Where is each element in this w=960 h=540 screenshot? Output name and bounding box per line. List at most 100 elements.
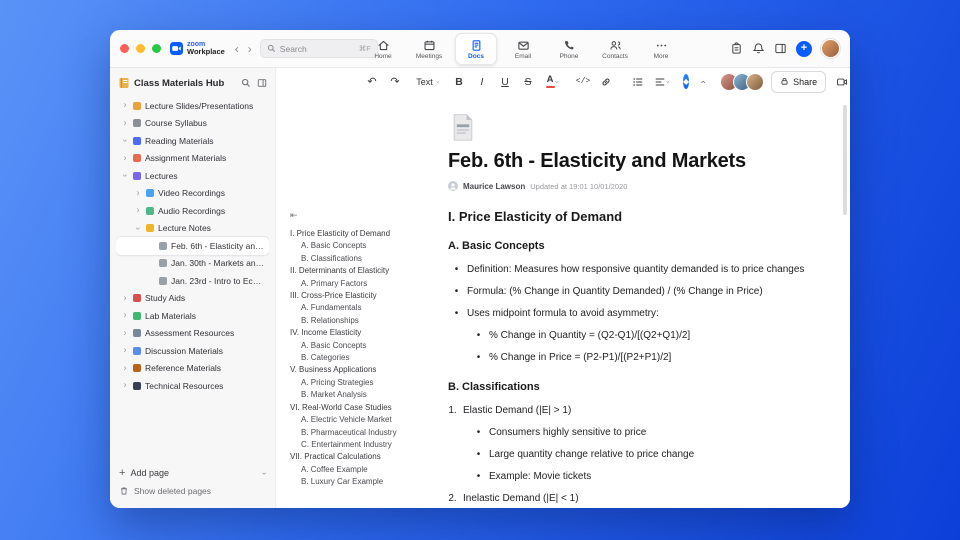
chevron-right-icon[interactable]: › <box>121 310 129 320</box>
minimize-window-button[interactable] <box>136 44 145 53</box>
user-avatar[interactable] <box>821 39 840 58</box>
share-button[interactable]: Share <box>771 70 827 93</box>
chevron-down-icon[interactable]: › <box>121 137 131 145</box>
outline-item[interactable]: A. Coffee Example <box>290 464 444 476</box>
item-icon <box>133 311 141 320</box>
sidebar-item[interactable]: › Technical Resources <box>116 377 269 395</box>
tab-home[interactable]: Home <box>363 34 403 64</box>
tab-docs[interactable]: Docs <box>455 33 497 65</box>
add-page-button[interactable]: + Add page › <box>116 464 269 482</box>
italic-button[interactable]: I <box>472 72 492 92</box>
link-icon[interactable] <box>596 72 616 92</box>
outline-item[interactable]: II. Determinants of Elasticity <box>290 265 444 277</box>
item-icon <box>133 154 141 163</box>
chevron-right-icon[interactable]: › <box>121 328 129 337</box>
bold-button[interactable]: B <box>449 72 469 92</box>
outline-item[interactable]: B. Relationships <box>290 315 444 327</box>
outline-item[interactable]: A. Primary Factors <box>290 278 444 290</box>
sidebar-item[interactable]: › Lectures <box>116 167 269 185</box>
sidebar-item[interactable]: Feb. 6th - Elasticity and M... <box>116 237 269 255</box>
chevron-right-icon[interactable]: › <box>121 363 129 372</box>
collapse-toolbar-chevron-icon[interactable]: › <box>692 72 712 92</box>
sidebar-search-icon[interactable] <box>241 78 251 88</box>
sidebar-item[interactable]: Jan. 30th - Markets and P... <box>116 255 269 273</box>
new-plus-button[interactable]: + <box>796 40 812 57</box>
chevron-right-icon[interactable]: › <box>121 153 129 162</box>
outline-item[interactable]: C. Entertainment Industry <box>290 439 444 451</box>
chevron-right-icon[interactable]: › <box>121 293 129 302</box>
bell-icon[interactable] <box>752 42 765 55</box>
outline-item[interactable]: B. Pharmaceutical Industry <box>290 427 444 439</box>
code-button[interactable]: </> <box>573 72 593 92</box>
chevron-down-icon[interactable]: › <box>134 224 144 232</box>
sidebar-panel-icon[interactable] <box>257 78 267 88</box>
side-panel-icon[interactable] <box>774 42 787 55</box>
chevron-right-icon[interactable]: › <box>121 345 129 355</box>
outline-item[interactable]: A. Fundamentals <box>290 302 444 314</box>
document-content[interactable]: Feb. 6th - Elasticity and Markets Mauric… <box>448 112 850 508</box>
back-button[interactable]: ‹ <box>235 43 239 55</box>
forward-button[interactable]: › <box>248 43 252 55</box>
outline-item[interactable]: III. Cross-Price Elasticity <box>290 290 444 302</box>
outline-item[interactable]: B. Classifications <box>290 253 444 265</box>
redo-icon[interactable]: ↷ <box>385 72 405 92</box>
sidebar-item[interactable]: › Reference Materials <box>116 360 269 378</box>
outline-item[interactable]: A. Electric Vehicle Market <box>290 414 444 426</box>
add-page-chevron-icon[interactable]: › <box>260 472 269 475</box>
sidebar-item[interactable]: › Video Recordings <box>116 185 269 203</box>
maximize-window-button[interactable] <box>152 44 161 53</box>
align-icon[interactable]: › <box>651 72 671 92</box>
ai-companion-button[interactable]: ◆ <box>683 74 690 89</box>
sidebar-item[interactable]: › Lecture Slides/Presentations <box>116 97 269 115</box>
outline-item[interactable]: B. Categories <box>290 352 444 364</box>
underline-button[interactable]: U <box>495 72 515 92</box>
document-title[interactable]: Feb. 6th - Elasticity and Markets <box>448 150 850 173</box>
bullet-list-icon[interactable] <box>628 72 648 92</box>
collapse-outline-icon[interactable]: ⇤ <box>290 210 298 221</box>
show-deleted-pages-button[interactable]: Show deleted pages <box>116 482 269 500</box>
video-icon[interactable] <box>832 72 850 92</box>
sidebar-item[interactable]: › Study Aids <box>116 290 269 308</box>
outline-item[interactable]: VII. Practical Calculations <box>290 451 444 463</box>
text-style-dropdown[interactable]: Text › <box>416 72 440 92</box>
sidebar-item[interactable]: › Course Syllabus <box>116 115 269 133</box>
tab-more[interactable]: More <box>641 34 681 64</box>
item-icon <box>133 346 141 355</box>
tab-meetings[interactable]: Meetings <box>409 34 449 64</box>
chevron-right-icon[interactable]: › <box>134 188 142 197</box>
chevron-right-icon[interactable]: › <box>121 118 129 127</box>
strikethrough-button[interactable]: S <box>518 72 538 92</box>
outline-item[interactable]: B. Luxury Car Example <box>290 476 444 488</box>
sidebar-item[interactable]: Jan. 23rd - Intro to Econo... <box>116 272 269 290</box>
sidebar-item[interactable]: › Discussion Materials <box>116 342 269 360</box>
collaborator-avatars[interactable] <box>720 72 765 91</box>
sidebar-item[interactable]: › Assignment Materials <box>116 150 269 168</box>
chevron-right-icon[interactable]: › <box>121 380 129 390</box>
outline-item[interactable]: I. Price Elasticity of Demand <box>290 228 444 240</box>
font-color-button[interactable]: A › <box>541 72 561 92</box>
sidebar-item[interactable]: › Assessment Resources <box>116 325 269 343</box>
outline-item[interactable]: A. Basic Concepts <box>290 340 444 352</box>
sidebar-item[interactable]: › Lecture Notes <box>116 220 269 238</box>
sidebar-item[interactable]: › Audio Recordings <box>116 202 269 220</box>
sidebar-item[interactable]: › Lab Materials <box>116 307 269 325</box>
outline-item[interactable]: V. Business Applications <box>290 364 444 376</box>
item-icon <box>133 364 141 373</box>
outline-item[interactable]: A. Pricing Strategies <box>290 377 444 389</box>
calendar-icon <box>423 39 436 52</box>
chevron-right-icon[interactable]: › <box>134 205 142 215</box>
tab-contacts[interactable]: Contacts <box>595 34 635 64</box>
chevron-right-icon[interactable]: › <box>121 100 129 110</box>
sidebar-item[interactable]: › Reading Materials <box>116 132 269 150</box>
outline-item[interactable]: VI. Real-World Case Studies <box>290 402 444 414</box>
clipboard-icon[interactable] <box>730 42 743 55</box>
chevron-down-icon[interactable]: › <box>121 172 131 180</box>
close-window-button[interactable] <box>120 44 129 53</box>
outline-item[interactable]: IV. Income Elasticity <box>290 327 444 339</box>
global-search-input[interactable]: Search ⌘F <box>259 39 378 58</box>
outline-item[interactable]: A. Basic Concepts <box>290 240 444 252</box>
undo-icon[interactable]: ↶ <box>362 72 382 92</box>
tab-email[interactable]: Email <box>503 34 543 64</box>
outline-item[interactable]: B. Market Analysis <box>290 389 444 401</box>
tab-phone[interactable]: Phone <box>549 34 589 64</box>
